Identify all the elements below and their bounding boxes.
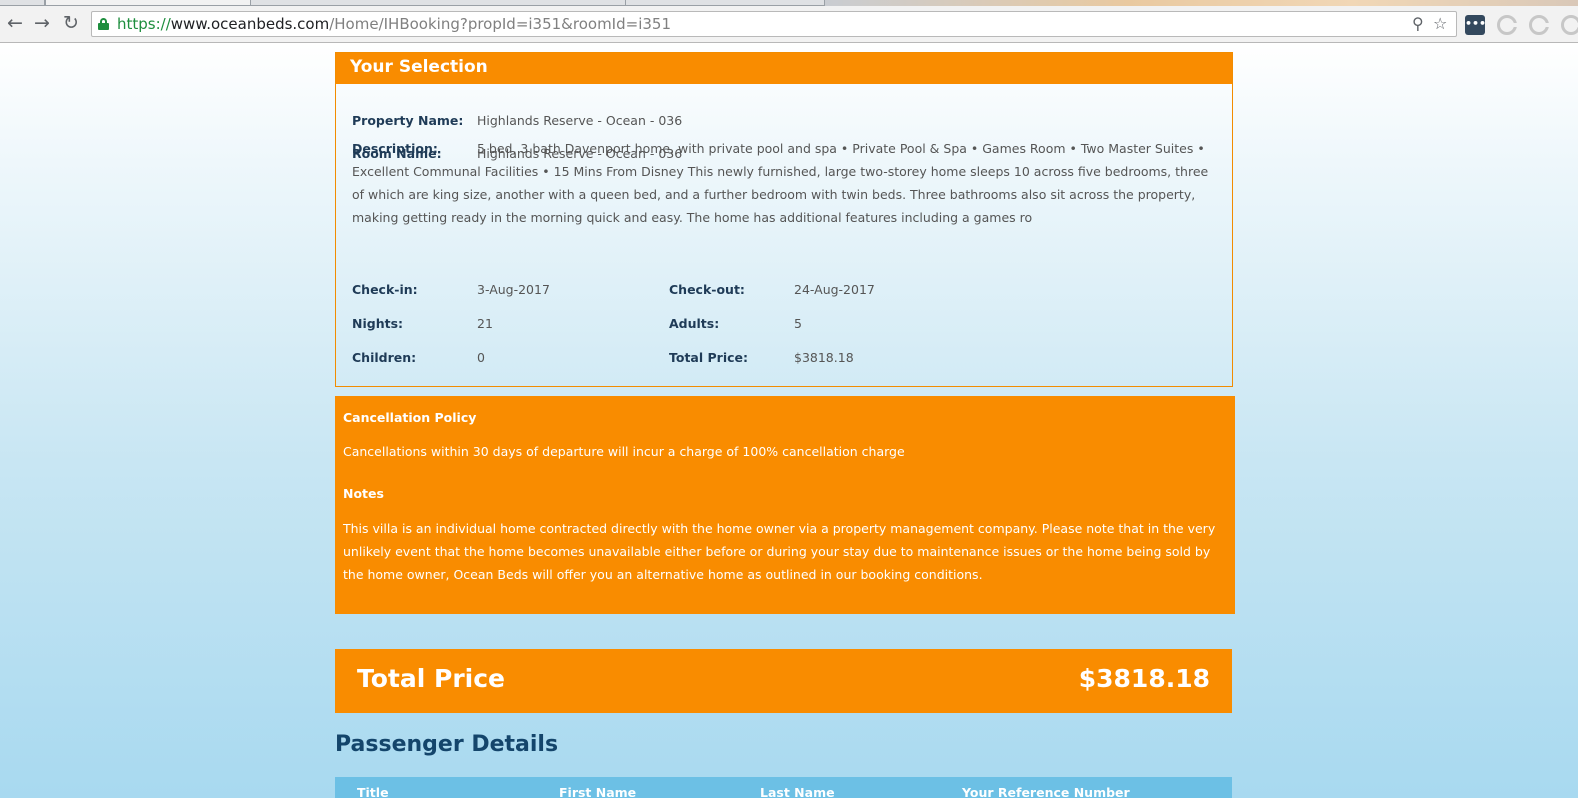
total-price-banner-amount: $3818.18 xyxy=(1078,664,1210,693)
description: Description: 5 bed, 3 bath Davenport home… xyxy=(352,137,1218,229)
your-selection-panel: Your Selection Property Name: Highlands … xyxy=(335,52,1233,387)
extension-menu-icon[interactable]: ••• xyxy=(1465,15,1486,35)
nights-value: 21 xyxy=(477,316,493,331)
url-host: www.oceanbeds.com xyxy=(170,15,330,33)
check-in-value: 3-Aug-2017 xyxy=(477,282,550,297)
total-price-banner-label: Total Price xyxy=(357,664,505,693)
bookmark-star-icon[interactable]: ☆ xyxy=(1433,14,1447,33)
passenger-table-header: Title First Name Last Name Your Referenc… xyxy=(335,777,1232,798)
forward-arrow-icon[interactable]: → xyxy=(31,12,53,34)
nights-label: Nights: xyxy=(352,316,404,331)
url-scheme: https:// xyxy=(117,15,171,33)
cancellation-policy-title: Cancellation Policy xyxy=(343,410,477,425)
check-in-label: Check-in: xyxy=(352,282,418,297)
extension-g-icon[interactable] xyxy=(1561,15,1578,35)
adults-value: 5 xyxy=(794,316,802,331)
children-label: Children: xyxy=(352,350,417,365)
check-out-label: Check-out: xyxy=(669,282,745,297)
page-content: Your Selection Property Name: Highlands … xyxy=(0,43,1578,798)
column-header-title: Title xyxy=(357,785,389,798)
url-path: /Home/IHBooking?propId=i351&roomId=i351 xyxy=(329,15,671,33)
url-text[interactable]: https://www.oceanbeds.com/Home/IHBooking… xyxy=(117,15,671,33)
description-value: 5 bed, 3 bath Davenport home, with priva… xyxy=(352,141,1209,225)
cancellation-policy-panel: Cancellation Policy Cancellations within… xyxy=(335,396,1235,614)
notes-text: This villa is an individual home contrac… xyxy=(343,521,1216,582)
lock-icon xyxy=(98,18,109,30)
zoom-icon[interactable]: ⚲ xyxy=(1412,14,1424,33)
total-price-label: Total Price: xyxy=(669,350,748,365)
column-header-reference-number: Your Reference Number xyxy=(962,785,1130,798)
check-out-value: 24-Aug-2017 xyxy=(794,282,875,297)
children-value: 0 xyxy=(477,350,485,365)
column-header-last-name: Last Name xyxy=(760,785,835,798)
address-bar[interactable]: https://www.oceanbeds.com/Home/IHBooking… xyxy=(91,11,1457,37)
total-price-banner: Total Price $3818.18 xyxy=(335,649,1232,713)
description-label: Description: xyxy=(352,141,438,156)
column-header-first-name: First Name xyxy=(559,785,637,798)
back-arrow-icon[interactable]: ← xyxy=(4,12,26,34)
browser-toolbar: ← → ↻ https://www.oceanbeds.com/Home/IHB… xyxy=(0,6,1578,43)
your-selection-title: Your Selection xyxy=(336,53,1232,84)
reload-icon[interactable]: ↻ xyxy=(60,12,82,34)
total-price-value: $3818.18 xyxy=(794,350,854,365)
adults-label: Adults: xyxy=(669,316,720,331)
property-name-value: Highlands Reserve - Ocean - 036 xyxy=(477,113,683,128)
cancellation-policy-text: Cancellations within 30 days of departur… xyxy=(343,444,905,459)
extension-g-icon[interactable] xyxy=(1497,15,1517,35)
extension-g-icon[interactable] xyxy=(1529,15,1549,35)
notes-title: Notes xyxy=(343,486,384,501)
property-name-label: Property Name: xyxy=(352,113,464,128)
passenger-details-title: Passenger Details xyxy=(335,732,559,757)
